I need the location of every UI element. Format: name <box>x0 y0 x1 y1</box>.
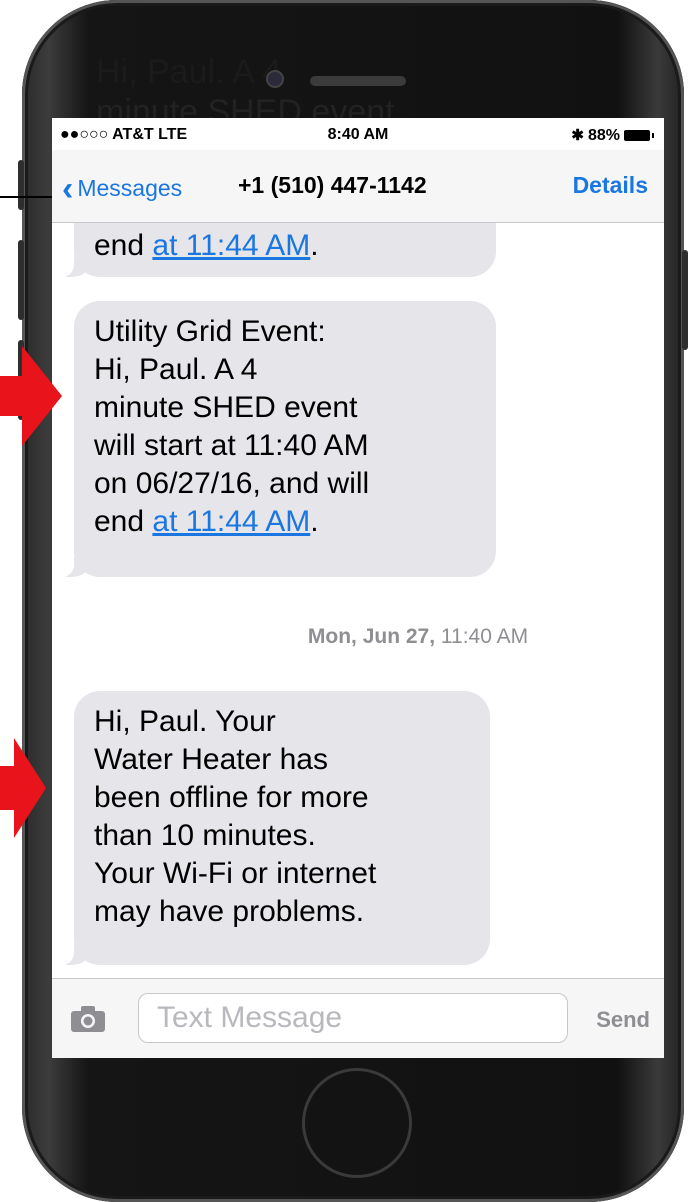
message-timestamp: Mon, Jun 27, 11:40 AM <box>112 625 664 649</box>
message-line: Hi, Paul. Your <box>94 705 276 738</box>
send-button[interactable]: Send <box>596 1007 650 1033</box>
bluetooth-icon: ✱ <box>571 127 584 144</box>
volume-up-button <box>18 240 24 320</box>
red-arrow-icon <box>0 346 62 446</box>
message-line: than 10 minutes. <box>94 819 316 852</box>
message-line: Water Heater has <box>94 743 328 776</box>
conversation-title: +1 (510) 447-1142 <box>238 172 427 198</box>
phone-screen: ●●○○○ AT&T LTE 8:40 AM ✱ 88% ‹ Messages +1… <box>52 118 664 1058</box>
message-line: Your Wi-Fi or internet <box>94 857 377 890</box>
message-line: may have problems. <box>94 895 365 928</box>
battery-icon <box>624 130 654 141</box>
camera-icon[interactable] <box>70 1005 106 1033</box>
message-list[interactable]: end at 11:44 AM. Utility Grid Event: Hi,… <box>52 223 664 983</box>
earpiece-speaker <box>310 76 406 86</box>
status-bar: ●●○○○ AT&T LTE 8:40 AM ✱ 88% <box>52 118 664 150</box>
chevron-left-icon: ‹ <box>62 170 74 208</box>
details-button[interactable]: Details <box>573 172 648 199</box>
home-button[interactable] <box>302 1068 412 1178</box>
message-line: end at 11:44 AM. <box>94 505 319 538</box>
back-label: Messages <box>77 175 183 201</box>
red-arrow-icon <box>0 738 46 838</box>
battery-percent: 88% <box>587 127 620 144</box>
front-camera <box>268 72 282 86</box>
message-bubble-3: Hi, Paul. Your Water Heater has been off… <box>56 691 490 965</box>
time-link[interactable]: at 11:44 AM <box>152 229 310 262</box>
message-input[interactable]: Text Message <box>138 993 568 1043</box>
time-link[interactable]: at 11:44 AM <box>152 505 310 538</box>
battery-status: ✱ 88% <box>571 126 654 145</box>
message-line: Hi, Paul. A 4 <box>94 353 258 386</box>
message-line: been offline for more <box>94 781 369 814</box>
back-to-messages-button[interactable]: ‹ Messages <box>62 170 182 209</box>
mute-switch <box>18 160 24 210</box>
message-line: on 06/27/16, and will <box>94 467 370 500</box>
power-button <box>682 250 688 350</box>
message-line: Utility Grid Event: <box>94 315 326 348</box>
timestamp-day: Mon, Jun 27, <box>307 625 436 648</box>
timestamp-time: 11:40 AM <box>440 625 529 648</box>
message-text: end at 11:44 AM. <box>94 229 319 262</box>
message-bubble-1: end at 11:44 AM. <box>56 223 496 277</box>
navigation-bar: ‹ Messages +1 (510) 447-1142 Details <box>52 150 664 223</box>
annotation-line <box>0 196 52 198</box>
message-line: minute SHED event <box>94 391 358 424</box>
message-line: will start at 11:40 AM <box>94 429 369 462</box>
compose-bar: Text Message Send <box>52 978 664 1058</box>
ghost-line-1: Hi, Paul. A 4 <box>96 53 282 91</box>
message-bubble-2: Utility Grid Event: Hi, Paul. A 4 minute… <box>56 301 496 577</box>
